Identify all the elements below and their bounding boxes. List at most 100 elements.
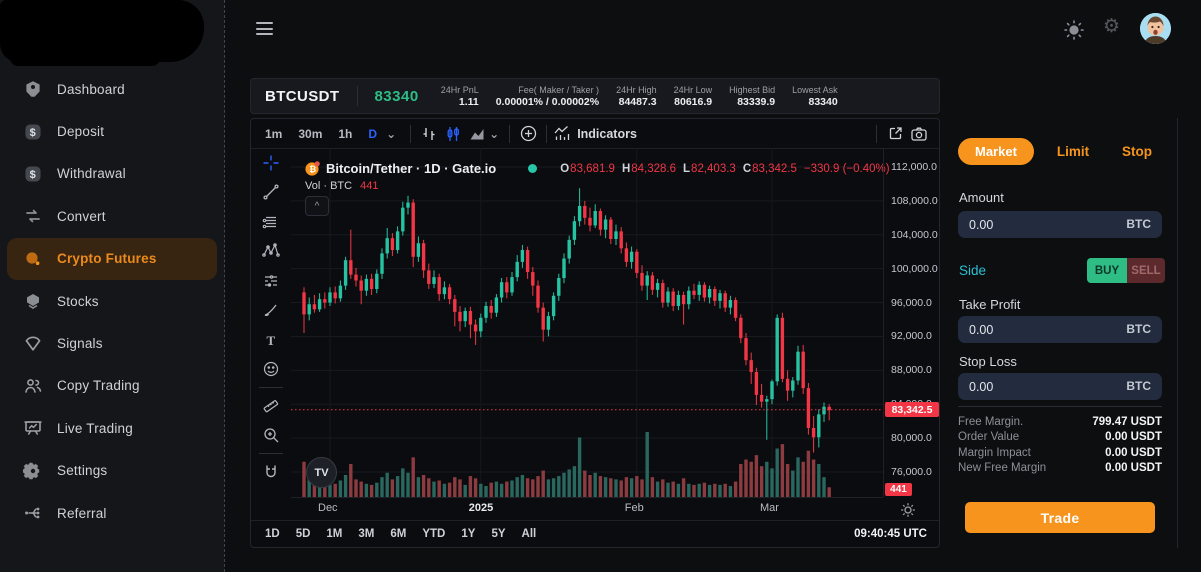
user-avatar[interactable] (1140, 13, 1171, 44)
ticker-symbol: BTCUSDT (251, 88, 357, 105)
range-button-6M[interactable]: 6M (390, 528, 406, 540)
range-toolbar: 1D5D1M3M6MYTD1Y5YAll 09:40:45 UTC (251, 520, 939, 547)
zoom-in-icon[interactable] (251, 421, 291, 451)
interval-button-1m[interactable]: 1m (257, 127, 290, 141)
axis-settings-gear-icon[interactable] (899, 501, 919, 521)
interval-button-D[interactable]: D (360, 127, 385, 141)
ticker-stat: 24Hr PnL1.11 (441, 85, 479, 108)
sidebar-item-stocks[interactable]: Stocks (7, 280, 217, 322)
ticker-stat-value: 0.00001% / 0.00002% (496, 96, 599, 108)
price-axis[interactable]: 112,000.0108,000.0104,000.0100,000.096,0… (883, 148, 941, 497)
crypto-futures-icon (23, 249, 43, 269)
interval-dropdown-chevron[interactable]: ⌄ (385, 127, 404, 141)
take-profit-label: Take Profit (959, 297, 1020, 312)
sidebar-item-signals[interactable]: Signals (7, 322, 217, 364)
ticker-stat: Fee( Maker / Taker )0.00001% / 0.00002% (496, 85, 599, 108)
hamburger-menu-icon[interactable] (256, 22, 273, 39)
interval-button-30m[interactable]: 30m (290, 127, 330, 141)
time-axis-label: 2025 (469, 502, 493, 514)
compare-plus-icon[interactable] (516, 123, 540, 145)
trade-button[interactable]: Trade (965, 502, 1155, 533)
referral-icon (23, 503, 43, 523)
order-stat-label: New Free Margin (958, 462, 1046, 474)
stats-divider (958, 406, 1162, 407)
sidebar-item-crypto-futures[interactable]: Crypto Futures (7, 238, 217, 280)
ohlc-key: L (683, 163, 690, 175)
time-axis[interactable]: Dec2025FebMar (291, 497, 883, 521)
legend-collapse-button[interactable]: ^ (305, 196, 329, 216)
sidebar-item-settings[interactable]: Settings (7, 450, 217, 492)
amount-unit: BTC (1126, 217, 1151, 231)
sidebar-nav: Dashboard$Deposit$WithdrawalConvert Crypt… (0, 68, 224, 534)
price-axis-tick: 100,000.0 (891, 263, 938, 275)
range-button-All[interactable]: All (522, 528, 537, 540)
sidebar-item-deposit[interactable]: $Deposit (7, 110, 217, 152)
range-button-1M[interactable]: 1M (326, 528, 342, 540)
range-button-YTD[interactable]: YTD (422, 528, 445, 540)
range-button-3M[interactable]: 3M (358, 528, 374, 540)
brush-icon[interactable] (251, 296, 291, 326)
range-button-5Y[interactable]: 5Y (491, 528, 505, 540)
tab-stop[interactable]: Stop (1112, 138, 1162, 165)
sidebar-item-referral[interactable]: Referral (7, 492, 217, 534)
bitcoin-icon: ₿ (305, 161, 320, 176)
redacted-logo (0, 0, 204, 62)
sidebar-item-convert[interactable]: Convert (7, 195, 217, 237)
ticker-stat-label: 24Hr Low (674, 85, 713, 95)
bar-interval-icon[interactable] (417, 123, 441, 145)
text-icon[interactable]: T (251, 325, 291, 355)
style-dropdown-chevron[interactable]: ⌄ (489, 127, 503, 141)
range-button-1Y[interactable]: 1Y (461, 528, 475, 540)
svg-text:₿: ₿ (309, 164, 316, 174)
sell-button[interactable]: SELL (1127, 258, 1165, 283)
buy-button[interactable]: BUY (1087, 258, 1127, 283)
sidebar-item-withdrawal[interactable]: $Withdrawal (7, 153, 217, 195)
interval-button-1h[interactable]: 1h (330, 127, 360, 141)
area-chart-style-icon[interactable] (465, 123, 489, 145)
volume-label: Vol · BTC (305, 180, 352, 192)
range-button-1D[interactable]: 1D (265, 528, 280, 540)
trendline-icon[interactable] (251, 178, 291, 208)
sidebar-item-dashboard[interactable]: Dashboard (7, 68, 217, 110)
chart-plot-area[interactable] (291, 148, 883, 497)
indicators-button[interactable]: Indicators (553, 125, 637, 142)
open-external-icon[interactable] (883, 123, 907, 145)
order-stats: Free Margin.799.47 USDTOrder Value0.00 U… (958, 414, 1162, 476)
magnet-icon[interactable] (251, 457, 291, 487)
chart-legend: ₿ Bitcoin/Tether · 1D · Gate.io O83,681.… (305, 161, 890, 176)
horizontal-lines-icon[interactable] (251, 207, 291, 237)
tab-market[interactable]: Market (958, 138, 1034, 165)
stop-loss-label: Stop Loss (959, 354, 1017, 369)
order-stat-value: 0.00 USDT (1105, 462, 1162, 474)
camera-snapshot-icon[interactable] (907, 123, 931, 145)
ticker-stat-value: 80616.9 (674, 96, 713, 108)
time-axis-label: Mar (760, 502, 779, 514)
indicators-label: Indicators (577, 127, 637, 141)
candlestick-style-icon[interactable] (441, 123, 465, 145)
tradingview-logo[interactable]: TV (306, 457, 337, 488)
sidebar-item-label: Settings (57, 463, 107, 478)
emoji-icon[interactable] (251, 355, 291, 385)
ticker-stat-value: 83340 (792, 96, 838, 108)
sidebar-item-live-trading[interactable]: Live Trading (7, 407, 217, 449)
tab-limit[interactable]: Limit (1047, 138, 1099, 165)
ticker-stat-value: 1.11 (441, 96, 479, 108)
ticker-last-price: 83340 (358, 88, 440, 105)
order-stat-label: Free Margin. (958, 416, 1023, 428)
market-status-dot (528, 164, 537, 173)
range-button-5D[interactable]: 5D (296, 528, 311, 540)
settings-gear-icon[interactable]: ⚙ (1103, 17, 1120, 36)
ruler-icon[interactable] (251, 391, 291, 421)
theme-sun-icon[interactable] (1063, 19, 1085, 41)
sidebar-item-copy-trading[interactable]: Copy Trading (7, 365, 217, 407)
ticker-stat-label: Highest Bid (729, 85, 775, 95)
svg-text:$: $ (30, 127, 36, 139)
sidebar-item-label: Live Trading (57, 421, 133, 436)
sidebar-item-label: Crypto Futures (57, 251, 157, 266)
tools-divider (259, 453, 283, 454)
crosshair-icon[interactable] (251, 148, 291, 178)
pattern-icon[interactable] (251, 237, 291, 267)
ohlc-value: 83,342.5 (752, 163, 797, 175)
side-label: Side (959, 263, 986, 278)
long-position-icon[interactable] (251, 266, 291, 296)
